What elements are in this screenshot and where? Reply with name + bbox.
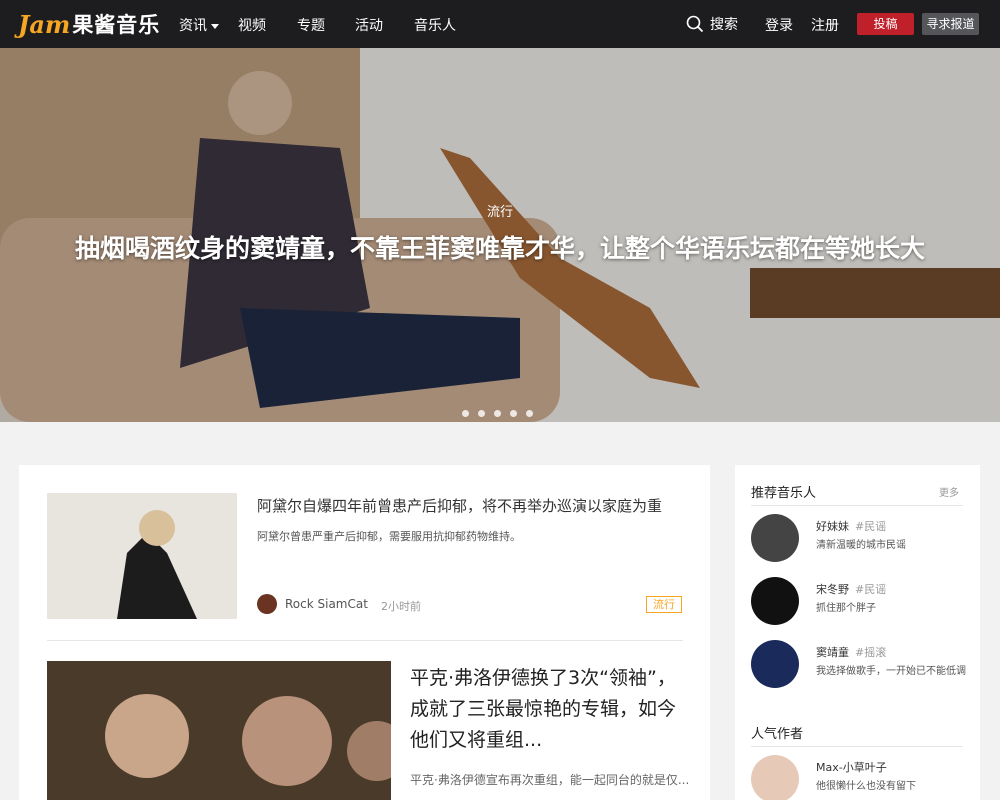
musician-item[interactable]: 窦靖童 #摇滚 我选择做歌手，一开始已不能低调 <box>751 640 971 690</box>
musician-name[interactable]: 好妹妹 #民谣 <box>816 518 886 534</box>
sidebar-title-authors: 人气作者 <box>751 727 804 742</box>
divider <box>47 640 683 641</box>
nav-video[interactable]: 视频 <box>238 15 266 35</box>
search-icon <box>686 15 704 33</box>
avatar[interactable] <box>751 640 799 688</box>
musician-item[interactable]: 好妹妹 #民谣 清新温暖的城市民谣 <box>751 514 971 564</box>
login-link[interactable]: 登录 <box>765 15 793 35</box>
nav-events[interactable]: 活动 <box>355 15 383 35</box>
article-list: 阿黛尔自爆四年前曾患产后抑郁，将不再举办巡演以家庭为重 阿黛尔曾患严重产后抑郁，… <box>19 465 710 800</box>
divider <box>751 746 963 747</box>
site-logo[interactable]: Jam 果酱音乐 <box>18 7 160 41</box>
article-thumbnail[interactable] <box>47 493 237 619</box>
author-name[interactable]: Max-小草叶子 <box>816 759 887 775</box>
avatar[interactable] <box>751 514 799 562</box>
article-thumbnail[interactable] <box>47 661 391 800</box>
article-author[interactable]: Rock SiamCat <box>285 597 368 611</box>
musician-desc: 清新温暖的城市民谣 <box>816 540 906 551</box>
register-link[interactable]: 注册 <box>811 15 839 35</box>
carousel-dot[interactable] <box>510 410 517 417</box>
carousel-dot[interactable] <box>526 410 533 417</box>
article-tag[interactable]: 流行 <box>646 596 682 613</box>
avatar[interactable] <box>257 594 277 614</box>
musician-item[interactable]: 宋冬野 #民谣 抓住那个胖子 <box>751 577 971 627</box>
search-button[interactable]: 搜索 <box>686 13 738 35</box>
hero-carousel[interactable]: 流行 抽烟喝酒纹身的窦靖童，不靠王菲窦唯靠才华，让整个华语乐坛都在等她长大 <box>0 48 1000 422</box>
author-item[interactable]: Max-小草叶子 他很懒什么也没有留下 <box>751 755 971 800</box>
hero-title[interactable]: 抽烟喝酒纹身的窦靖童，不靠王菲窦唯靠才华，让整个华语乐坛都在等她长大 <box>60 228 940 270</box>
musician-name[interactable]: 窦靖童 #摇滚 <box>816 644 886 660</box>
report-button[interactable]: 寻求报道 <box>922 13 979 35</box>
divider <box>751 505 963 506</box>
sidebar: 推荐音乐人 更多 好妹妹 #民谣 清新温暖的城市民谣 宋冬野 #民谣 抓住那个胖子 … <box>735 465 980 800</box>
article-summary: 平克·弗洛伊德宣布再次重组，能一起同台的就是仅... <box>410 773 690 787</box>
article-title[interactable]: 阿黛尔自爆四年前曾患产后抑郁，将不再举办巡演以家庭为重 <box>257 495 697 516</box>
nav-musicians[interactable]: 音乐人 <box>414 15 456 35</box>
article-time: 2小时前 <box>381 600 421 613</box>
submit-button[interactable]: 投稿 <box>857 13 914 35</box>
chevron-down-icon <box>211 23 219 29</box>
hero-category[interactable]: 流行 <box>0 201 1000 220</box>
logo-cn: 果酱音乐 <box>72 13 161 37</box>
nav-topics[interactable]: 专题 <box>297 15 325 35</box>
musician-name[interactable]: 宋冬野 #民谣 <box>816 581 886 597</box>
carousel-dot[interactable] <box>462 410 469 417</box>
sidebar-title-musicians: 推荐音乐人 <box>751 486 817 501</box>
avatar[interactable] <box>751 577 799 625</box>
author-desc: 他很懒什么也没有留下 <box>816 781 916 792</box>
musician-desc: 抓住那个胖子 <box>816 603 876 614</box>
carousel-dot[interactable] <box>494 410 501 417</box>
article-title[interactable]: 平克·弗洛伊德换了3次“领袖”，成就了三张最惊艳的专辑，如今他们又将重组... <box>410 663 690 756</box>
more-link[interactable]: 更多 <box>939 484 959 499</box>
article-summary: 阿黛尔曾患严重产后抑郁，需要服用抗抑郁药物维持。 <box>257 530 521 543</box>
carousel-dot[interactable] <box>478 410 485 417</box>
search-label: 搜索 <box>710 17 738 33</box>
avatar[interactable] <box>751 755 799 800</box>
logo-jam: Jam <box>18 9 71 39</box>
top-navbar: Jam 果酱音乐 资讯 视频 专题 活动 音乐人 搜索 登录 注册 投稿 寻求报… <box>0 0 1000 48</box>
nav-news[interactable]: 资讯 <box>179 15 219 35</box>
carousel-dots <box>462 410 533 417</box>
nav-news-label: 资讯 <box>179 18 207 34</box>
musician-desc: 我选择做歌手，一开始已不能低调 <box>816 666 966 677</box>
